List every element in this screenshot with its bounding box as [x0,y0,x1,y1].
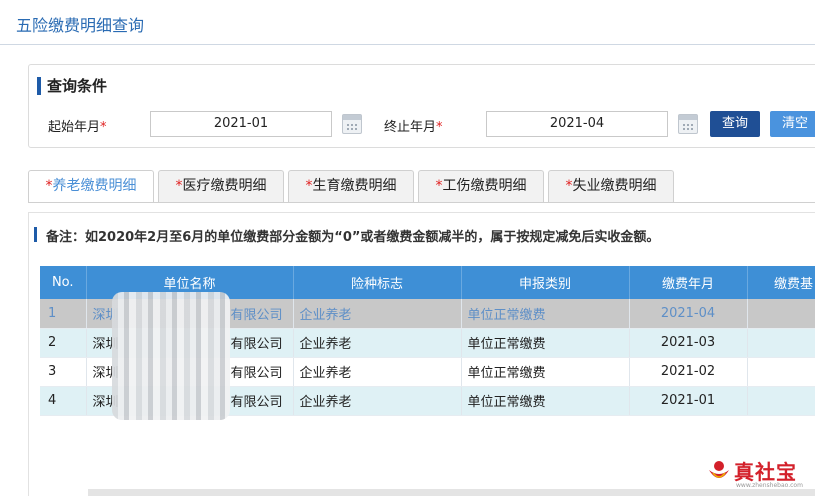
tab-maternity[interactable]: *生育缴费明细 [288,170,414,202]
required-mark: * [565,178,573,194]
tab-pension[interactable]: *养老缴费明细 [28,170,154,203]
column-header[interactable]: 缴费年月 [629,266,748,299]
column-header[interactable]: 缴费基 [747,266,815,299]
company-name-end: 有限公司 [230,307,283,323]
row-number: 1 [40,299,87,329]
required-mark: * [45,178,53,194]
calendar-icon[interactable] [342,114,362,134]
company-name-end: 有限公司 [230,395,283,410]
query-panel: 查询条件 [28,64,815,148]
tab-label: 养老缴费明细 [52,178,137,194]
brand-logo-icon [709,461,729,478]
insurance-type-cell: 企业养老 [293,386,462,416]
query-section-title: 查询条件 [37,75,107,96]
required-mark: * [305,178,313,194]
insurance-type-cell: 企业养老 [293,328,462,358]
tab-label: 生育缴费明细 [312,178,397,194]
insurance-type-cell: 企业养老 [293,299,462,329]
company-name-end: 有限公司 [230,337,283,352]
company-name-end: 有限公司 [230,366,283,381]
watermark-brand: 真社宝 [734,460,797,484]
column-header[interactable]: 险种标志 [293,266,462,299]
watermark-url: www.zhenshebao.com [736,482,803,489]
calendar-icon[interactable] [678,114,698,134]
title-divider [0,44,815,45]
start-month-input[interactable]: 2021-01 [150,111,332,137]
declare-category-cell: 单位正常缴费 [461,357,630,387]
clear-button[interactable]: 清空 [770,111,815,137]
row-number: 4 [40,386,87,416]
watermark-logo: 真社宝 www.zhenshebao.com [706,456,806,490]
pay-base-cell [747,386,815,416]
end-month-label-text: 终止年月 [384,120,437,135]
required-mark: * [436,120,443,135]
query-button[interactable]: 查询 [710,111,760,137]
declare-category-cell: 单位正常缴费 [461,328,630,358]
tab-label: 工伤缴费明细 [442,178,527,194]
pay-month-cell: 2021-03 [629,328,748,358]
remark-note: 备注：如2020年2月至6月的单位缴费部分金额为“0”或者缴费金额减半的，属于按… [33,226,659,245]
tab-injury[interactable]: *工伤缴费明细 [418,170,544,202]
redaction-mask [112,292,230,420]
pay-month-cell: 2021-02 [629,357,748,387]
pay-month-cell: 2021-01 [629,386,748,416]
end-month-input[interactable]: 2021-04 [486,111,668,137]
horizontal-scrollbar[interactable] [88,489,815,496]
page-title: 五险缴费明细查询 [16,16,145,35]
tab-label: 医疗缴费明细 [182,178,267,194]
insurance-type-cell: 企业养老 [293,357,462,387]
required-mark: * [175,178,183,194]
column-header[interactable]: 申报类别 [461,266,630,299]
pay-base-cell [747,299,815,329]
start-month-label: 起始年月* [48,116,107,135]
tab-medical[interactable]: *医疗缴费明细 [158,170,284,202]
tab-unemployment[interactable]: *失业缴费明细 [548,170,674,202]
required-mark: * [100,120,107,135]
tab-divider [28,202,815,203]
declare-category-cell: 单位正常缴费 [461,386,630,416]
pay-base-cell [747,328,815,358]
column-header[interactable]: No. [40,266,87,299]
row-number: 3 [40,357,87,387]
required-mark: * [435,178,443,194]
pay-base-cell [747,357,815,387]
row-number: 2 [40,328,87,358]
pay-month-cell: 2021-04 [629,299,748,329]
declare-category-cell: 单位正常缴费 [461,299,630,329]
start-month-label-text: 起始年月 [48,120,101,135]
tab-label: 失业缴费明细 [572,178,657,194]
end-month-label: 终止年月* [384,116,443,135]
